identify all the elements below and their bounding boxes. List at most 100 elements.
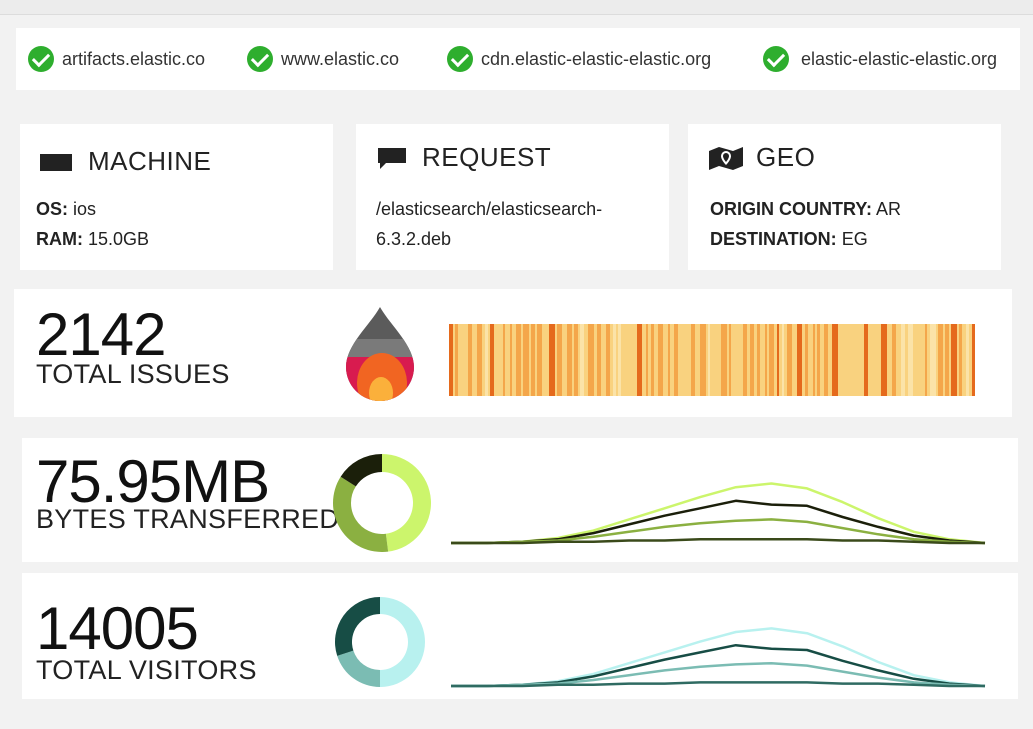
barcode-stripe [892,324,896,396]
barcode-stripe [606,324,610,396]
barcode-stripe [945,324,949,396]
barcode-stripe [714,324,719,396]
status-item-org[interactable]: elastic-elastic-elastic.org [763,44,997,74]
check-circle-icon [447,46,473,72]
barcode-stripe [901,324,905,396]
barcode-stripe [817,324,820,396]
barcode-stripe [864,324,868,396]
status-host: www.elastic.co [281,48,400,69]
request-card: REQUEST /elasticsearch/elasticsearch- 6.… [356,124,669,270]
request-path-line2: 6.3.2.deb [376,229,452,249]
barcode-stripe [557,324,562,396]
barcode-stripe [503,324,505,396]
check-circle-icon [28,46,54,72]
donut-slice [382,454,431,552]
barcode-stripe [832,324,838,396]
machine-ram-row: RAM: 15.0GB [36,229,150,249]
status-item-www[interactable]: www.elastic.co [247,44,399,74]
donut-slice [337,650,380,687]
issues-card: 2142 TOTAL ISSUES [14,289,1012,417]
request-path-line1: /elasticsearch/elasticsearch- [376,199,603,219]
barcode-stripe [872,324,877,396]
machine-card: MACHINE OS: ios RAM: 15.0GB [20,124,333,270]
barcode-stripe [597,324,601,396]
monitor-icon [40,151,72,173]
bytes-donut-chart [333,454,431,552]
barcode-stripe [765,324,767,396]
donut-slice [335,597,380,656]
barcode-stripe [917,324,921,396]
barcode-stripe [966,324,969,396]
geo-destination-row: DESTINATION: EG [710,229,868,249]
barcode-stripe [925,324,927,396]
bytes-value: 75.95MB [36,448,270,515]
barcode-stripe [468,324,472,396]
barcode-stripe [658,324,663,396]
issues-value: 2142 [36,301,166,368]
top-border [0,0,1033,15]
barcode-stripe [908,324,913,396]
barcode-stripe [510,324,512,396]
barcode-stripe [462,324,464,396]
barcode-stripe [959,324,962,396]
check-circle-icon [763,46,789,72]
barcode-stripe [691,324,695,396]
status-host: cdn.elastic-elastic-elastic.org [481,48,712,69]
visitors-card: 14005 TOTAL VISITORS [22,573,1018,699]
barcode-stripe [531,324,535,396]
barcode-stripe [797,324,802,396]
barcode-stripe [567,324,572,396]
barcode-stripe [637,324,642,396]
donut-slice [333,476,389,552]
speech-bubble-icon [376,146,408,170]
barcode-stripe [618,324,621,396]
status-bar: artifacts.elastic.co www.elastic.co cdn.… [16,28,1020,90]
geo-title: GEO [756,142,816,172]
barcode-stripe [708,324,710,396]
barcode-stripe [674,324,678,396]
donut-slice [380,597,425,687]
barcode-stripe [951,324,957,396]
visitors-donut-chart [335,597,425,687]
barcode-stripe [938,324,943,396]
barcode-stripe [626,324,632,396]
machine-title: MACHINE [88,146,212,176]
barcode-stripe [668,324,670,396]
barcode-stripe [449,324,453,396]
status-host: elastic-elastic-elastic.org [801,48,998,69]
barcode-stripe [700,324,706,396]
barcode-stripe [516,324,521,396]
barcode-stripe [757,324,760,396]
issues-label: TOTAL ISSUES [36,359,230,389]
barcode-stripe [496,324,498,396]
status-item-cdn[interactable]: cdn.elastic-elastic-elastic.org [447,44,711,74]
request-title: REQUEST [422,142,552,172]
barcode-stripe [847,324,851,396]
barcode-stripe [782,324,784,396]
status-item-artifacts[interactable]: artifacts.elastic.co [28,44,205,74]
barcode-stripe [574,324,578,396]
bytes-line-chart [451,482,986,545]
bytes-label: BYTES TRANSFERRED [36,504,340,534]
barcode-stripe [777,324,779,396]
barcode-stripe [824,324,828,396]
barcode-stripe [855,324,859,396]
barcode-stripe [930,324,936,396]
barcode-stripe [523,324,529,396]
barcode-stripe [683,324,687,396]
issues-barcode-chart [449,324,975,396]
machine-os-row: OS: ios [36,199,97,219]
barcode-stripe [651,324,654,396]
barcode-stripe [769,324,774,396]
barcode-stripe [787,324,792,396]
barcode-stripe [545,324,547,396]
barcode-stripe [549,324,555,396]
geo-card: GEO ORIGIN COUNTRY: AR DESTINATION: EG [688,124,1001,270]
check-circle-icon [247,46,273,72]
barcode-stripe [490,324,494,396]
barcode-stripe [881,324,887,396]
barcode-stripe [537,324,542,396]
barcode-stripe [729,324,731,396]
visitors-line-chart [451,627,986,688]
barcode-stripe [972,324,975,396]
